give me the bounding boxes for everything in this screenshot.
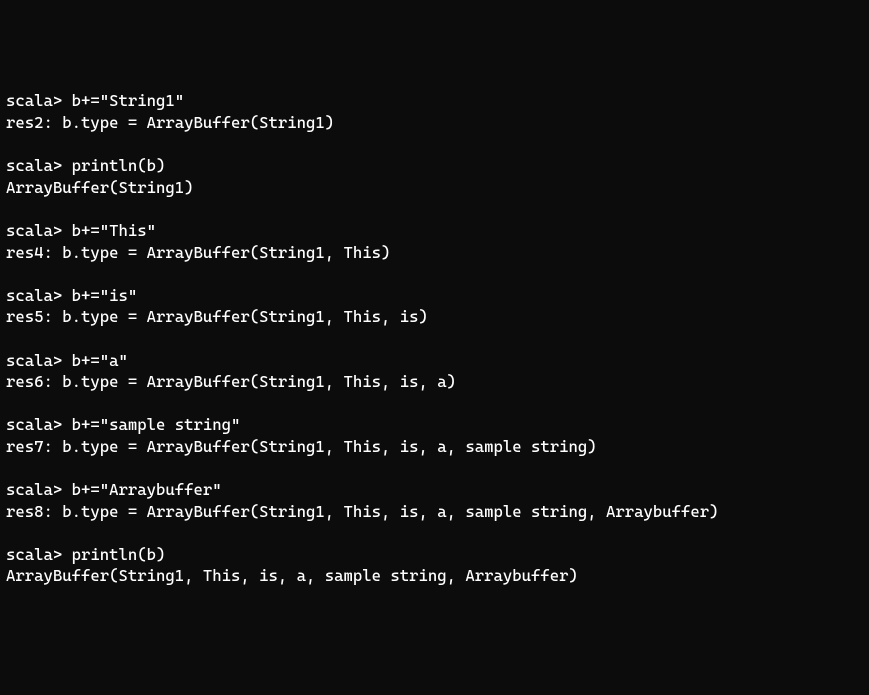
repl-output-line: ArrayBuffer(String1): [6, 177, 863, 199]
blank-line: [6, 198, 863, 220]
repl-output-line: res2: b.type = ArrayBuffer(String1): [6, 112, 863, 134]
repl-prompt-line: scala> println(b): [6, 544, 863, 566]
blank-line: [6, 522, 863, 544]
repl-prompt-line: scala> b+="sample string": [6, 414, 863, 436]
repl-prompt-line: scala> b+="a": [6, 350, 863, 372]
repl-output-line: ArrayBuffer(String1, This, is, a, sample…: [6, 565, 863, 587]
repl-output-line: res7: b.type = ArrayBuffer(String1, This…: [6, 436, 863, 458]
blank-line: [6, 457, 863, 479]
repl-output-line: res4: b.type = ArrayBuffer(String1, This…: [6, 242, 863, 264]
blank-line: [6, 328, 863, 350]
repl-output-line: res8: b.type = ArrayBuffer(String1, This…: [6, 501, 863, 523]
blank-line: [6, 393, 863, 415]
repl-prompt-line: scala> b+="is": [6, 285, 863, 307]
blank-line: [6, 263, 863, 285]
repl-output-line: res5: b.type = ArrayBuffer(String1, This…: [6, 306, 863, 328]
repl-prompt-line: scala> b+="Arraybuffer": [6, 479, 863, 501]
terminal-output[interactable]: scala> b+="String1"res2: b.type = ArrayB…: [6, 90, 863, 587]
repl-prompt-line: scala> println(b): [6, 155, 863, 177]
blank-line: [6, 134, 863, 156]
repl-prompt-line: scala> b+="String1": [6, 90, 863, 112]
repl-output-line: res6: b.type = ArrayBuffer(String1, This…: [6, 371, 863, 393]
repl-prompt-line: scala> b+="This": [6, 220, 863, 242]
